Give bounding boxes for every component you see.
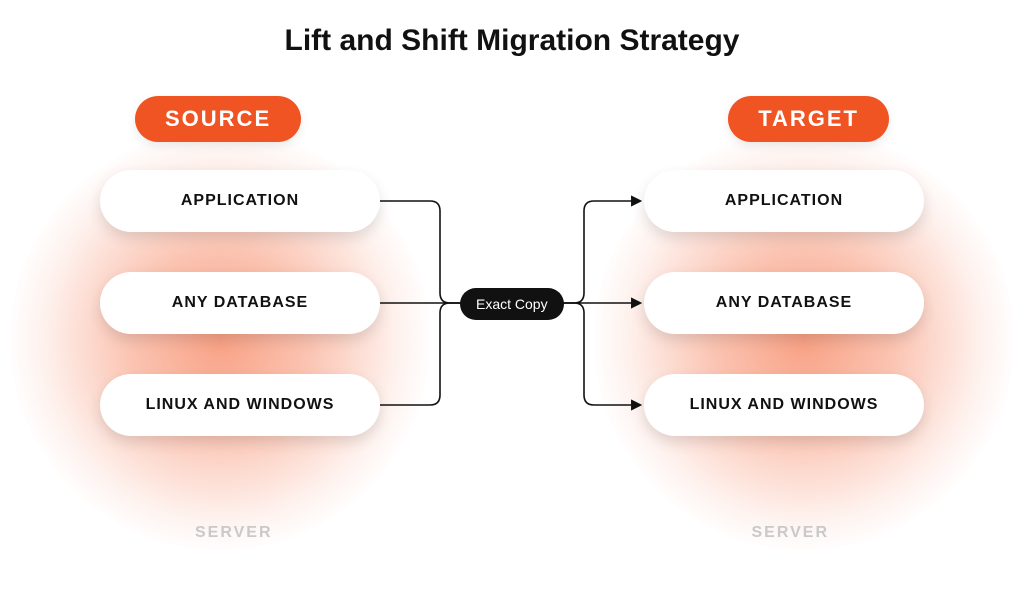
source-footer: SERVER [195, 524, 273, 542]
source-item-application: APPLICATION [100, 170, 380, 232]
source-item-os: LINUX AND WINDOWS [100, 374, 380, 436]
target-badge: TARGET [728, 96, 889, 142]
target-item-database: ANY DATABASE [644, 272, 924, 334]
center-label: Exact Copy [460, 288, 564, 320]
source-stack: APPLICATION ANY DATABASE LINUX AND WINDO… [100, 170, 380, 436]
target-item-os: LINUX AND WINDOWS [644, 374, 924, 436]
target-stack: APPLICATION ANY DATABASE LINUX AND WINDO… [644, 170, 924, 436]
source-badge: SOURCE [135, 96, 301, 142]
source-item-database: ANY DATABASE [100, 272, 380, 334]
diagram-title: Lift and Shift Migration Strategy [0, 24, 1024, 58]
target-item-application: APPLICATION [644, 170, 924, 232]
target-footer: SERVER [751, 524, 829, 542]
